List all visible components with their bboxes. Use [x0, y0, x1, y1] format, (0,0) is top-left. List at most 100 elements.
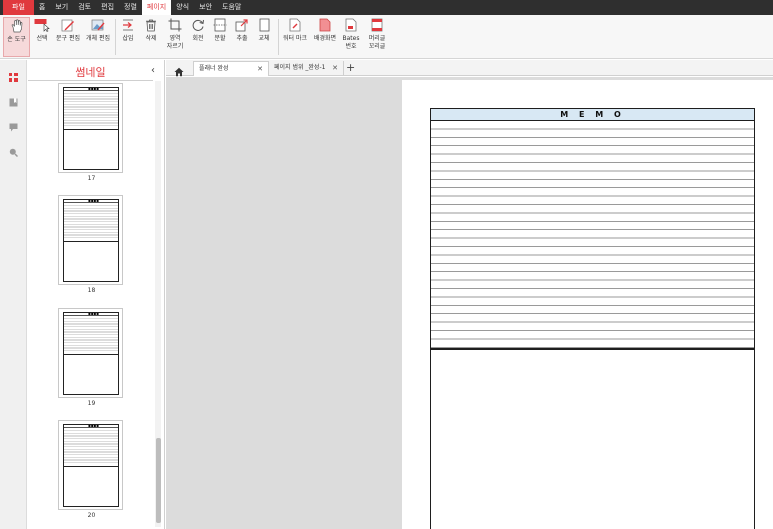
thumbnail-ruled-lines — [64, 429, 118, 465]
select-label: 선택 — [36, 35, 48, 42]
split-icon — [212, 17, 228, 33]
thumbnail-divider — [64, 129, 118, 130]
menu-security[interactable]: 보안 — [194, 0, 217, 15]
crop-icon — [167, 17, 183, 33]
page-number-label: 20 — [87, 512, 96, 519]
insert-page-icon — [120, 17, 136, 33]
replace-label: 교체 — [258, 35, 270, 42]
select-button[interactable]: 선택 — [32, 17, 52, 57]
thumbnail-header: ▪▪▪▪ — [64, 311, 118, 316]
background-icon — [317, 17, 333, 33]
menu-view[interactable]: 보기 — [50, 0, 73, 15]
bookmark-icon[interactable] — [9, 92, 18, 107]
thumbnail-page-preview: ▪▪▪▪ — [63, 423, 119, 507]
menu-arrange[interactable]: 정렬 — [119, 0, 142, 15]
thumbnail-scrollbar-thumb[interactable] — [156, 438, 161, 523]
page-number-label: 19 — [87, 400, 96, 407]
page-number-label: 18 — [87, 287, 96, 294]
extract-label: 추출 — [236, 35, 248, 42]
thumbnail-page-preview: ▪▪▪▪ — [63, 86, 119, 170]
document-tab-bar: 플래너 완성 ✕ 페이지 범위 _완성-1 ✕ + — [166, 60, 773, 77]
search-icon[interactable] — [9, 142, 19, 158]
header-footer-label: 머리글 꼬리글 — [368, 35, 386, 50]
pencil-icon — [60, 17, 76, 33]
page-thumbnail[interactable]: ▪▪▪▪ 18 — [58, 195, 123, 294]
thumbnail-header: ▪▪▪▪ — [64, 423, 118, 428]
thumbnail-panel-title: 썸네일 — [75, 66, 106, 79]
rotate-button[interactable]: 회전 — [188, 17, 208, 57]
menu-page[interactable]: 페이지 — [141, 0, 172, 15]
hand-tool-button[interactable]: 손 도구 — [3, 17, 30, 57]
rotate-label: 회전 — [192, 35, 204, 42]
bates-label: Bates 번호 — [342, 35, 360, 50]
extract-button[interactable]: 추출 — [232, 17, 252, 57]
ribbon-toolbar: 손 도구 선택 문구 편집 개체 편집 삽입 삭제 영역 자르기 회전 분할 추… — [0, 15, 773, 59]
thumbnail-ruled-lines — [64, 317, 118, 353]
crop-area-button[interactable]: 영역 자르기 — [163, 17, 187, 57]
watermark-icon — [287, 17, 303, 33]
ribbon-separator — [278, 19, 279, 55]
close-icon[interactable]: ✕ — [257, 62, 263, 76]
memo-ruled-lines — [431, 121, 754, 348]
page-thumbnail[interactable]: ▪▪▪▪ 20 — [58, 420, 123, 519]
watermark-label: 워터 마크 — [283, 35, 307, 42]
insert-page-button[interactable]: 삽입 — [118, 17, 138, 57]
tab-planner[interactable]: 플래너 완성 ✕ — [193, 61, 269, 76]
thumbnail-page-preview: ▪▪▪▪ — [63, 198, 119, 282]
thumbnail-header: ▪▪▪▪ — [64, 198, 118, 203]
left-icon-rail — [0, 60, 27, 529]
menu-review[interactable]: 검토 — [73, 0, 96, 15]
thumbnails-icon[interactable] — [9, 67, 18, 82]
ribbon-separator — [115, 19, 116, 55]
replace-page-icon — [256, 17, 272, 33]
menu-bar: 파일 홈 보기 검토 편집 정렬 페이지 양식 보안 도움말 — [0, 0, 773, 15]
tab-page-range[interactable]: 페이지 범위 _완성-1 ✕ — [269, 61, 344, 76]
collapse-panel-chevron-icon[interactable]: ‹ — [151, 65, 155, 76]
split-button[interactable]: 분할 — [210, 17, 230, 57]
text-edit-button[interactable]: 문구 편집 — [54, 17, 82, 57]
home-icon[interactable] — [174, 62, 186, 77]
memo-section-divider — [431, 348, 754, 350]
text-edit-label: 문구 편집 — [56, 35, 80, 42]
thumbnail-ruled-lines — [64, 204, 118, 240]
delete-page-button[interactable]: 삭제 — [141, 17, 161, 57]
panel-divider — [28, 80, 153, 81]
page-thumbnail[interactable]: ▪▪▪▪ 19 — [58, 308, 123, 407]
tab-planner-label: 플래너 완성 — [199, 65, 229, 72]
thumbnail-divider — [64, 241, 118, 242]
document-canvas[interactable]: M E M O — [166, 77, 773, 529]
hand-icon — [9, 18, 25, 34]
add-tab-button[interactable]: + — [346, 60, 355, 76]
object-edit-button[interactable]: 개체 편집 — [84, 17, 112, 57]
extract-icon — [234, 17, 250, 33]
header-footer-button[interactable]: 머리글 꼬리글 — [363, 17, 391, 57]
menu-file[interactable]: 파일 — [3, 0, 34, 15]
thumbnail-panel: 썸네일 ‹ ▪▪▪▪ 17 ▪▪▪▪ 18 ▪▪▪▪ 19 ▪▪▪▪ 20 — [28, 60, 165, 529]
insert-label: 삽입 — [122, 35, 134, 42]
replace-button[interactable]: 교체 — [254, 17, 274, 57]
page-thumbnail[interactable]: ▪▪▪▪ 17 — [58, 83, 123, 182]
memo-box: M E M O — [430, 108, 755, 529]
rotate-icon — [190, 17, 206, 33]
background-label: 배경화면 — [313, 35, 337, 42]
menu-edit[interactable]: 편집 — [96, 0, 119, 15]
hand-tool-label: 손 도구 — [7, 36, 26, 43]
comment-icon[interactable] — [9, 117, 18, 132]
thumbnail-header: ▪▪▪▪ — [64, 86, 118, 91]
menu-help[interactable]: 도움말 — [217, 0, 246, 15]
memo-title: M E M O — [431, 109, 754, 121]
document-page: M E M O — [402, 80, 773, 529]
background-button[interactable]: 배경화면 — [311, 17, 339, 57]
watermark-button[interactable]: 워터 마크 — [281, 17, 309, 57]
close-icon[interactable]: ✕ — [332, 61, 338, 75]
thumbnail-page-preview: ▪▪▪▪ — [63, 311, 119, 395]
thumbnail-ruled-lines — [64, 92, 118, 128]
split-label: 분할 — [214, 35, 226, 42]
bates-number-button[interactable]: Bates 번호 — [341, 17, 361, 57]
select-cursor-icon — [34, 17, 50, 33]
bates-icon — [343, 17, 359, 33]
menu-form[interactable]: 양식 — [171, 0, 194, 15]
trash-icon — [143, 17, 159, 33]
menu-home[interactable]: 홈 — [34, 0, 50, 15]
app-window: 파일 홈 보기 검토 편집 정렬 페이지 양식 보안 도움말 손 도구 선택 문… — [0, 0, 773, 529]
